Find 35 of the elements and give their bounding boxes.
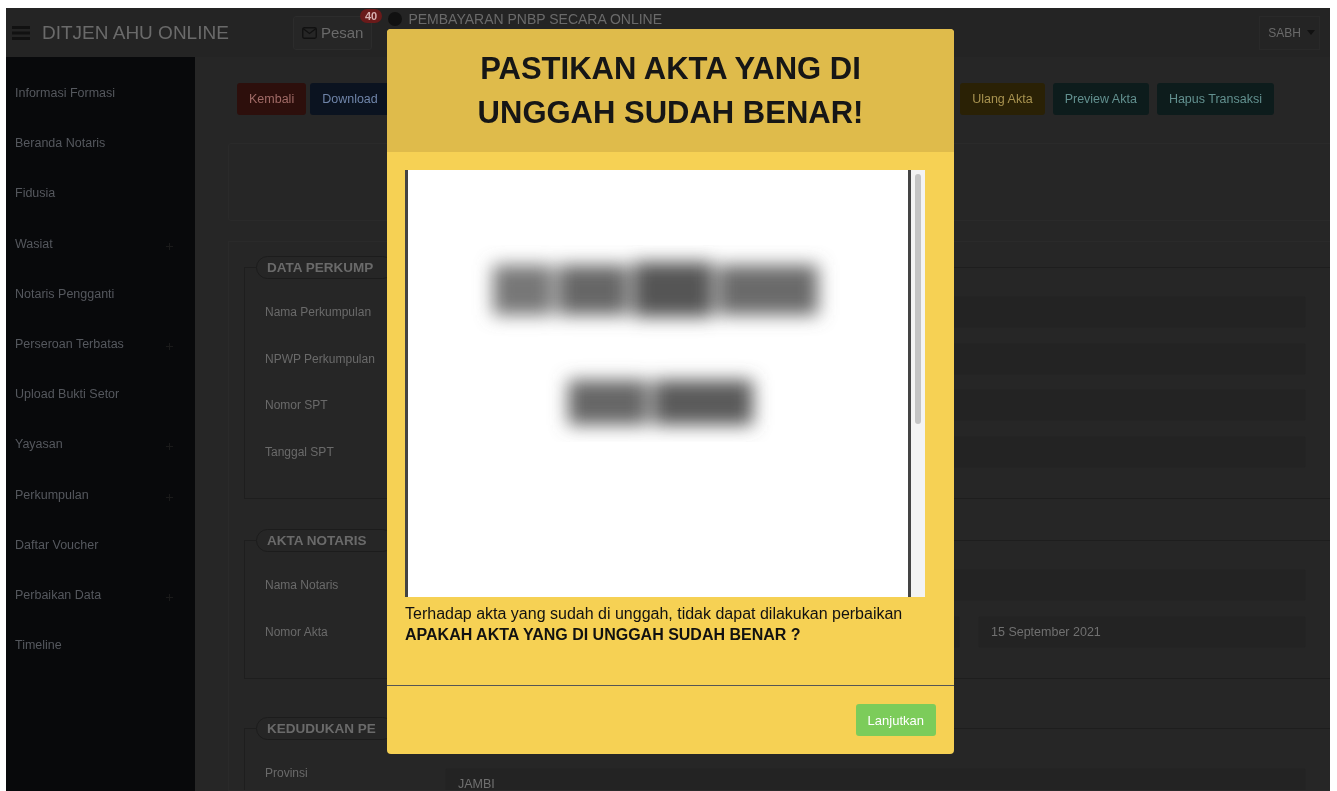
sidebar-item[interactable]: Informasi Formasi — [6, 82, 195, 133]
sidebar-item[interactable]: Wasiat — [6, 232, 195, 283]
sidebar-item[interactable]: Timeline — [6, 634, 195, 685]
payment-link[interactable]: PEMBAYARAN PNBP SECARA ONLINE — [388, 11, 663, 27]
input-field[interactable]: JAMBI — [445, 767, 1306, 790]
dialog-message: Terhadap akta yang sudah di unggah, tidak dapat dilakukan perbaikan — [405, 605, 904, 623]
field-label: Nama Notaris — [265, 578, 339, 593]
field-label: Nomor Akta — [265, 624, 328, 639]
action-button[interactable]: Preview Akta — [1052, 83, 1149, 115]
sidebar-item[interactable]: Upload Bukti Setor — [6, 383, 195, 434]
dialog-question: APAKAH AKTA YANG DI UNGGAH SUDAH BENAR ? — [405, 626, 802, 644]
app-title: DITJEN AHU ONLINE — [42, 21, 229, 44]
sidebar-item[interactable]: Fidusia — [6, 182, 195, 233]
action-button[interactable]: Download — [310, 83, 390, 115]
field-label: Nama Perkumpulan — [265, 305, 372, 319]
dialog-title: PASTIKAN AKTA YANG DI UNGGAH SUDAH BENAR! — [476, 49, 865, 132]
scrollbar[interactable] — [911, 170, 925, 597]
field-label: Provinsi — [265, 765, 308, 780]
action-button[interactable]: Ulang Akta — [960, 83, 1045, 115]
user-menu[interactable]: SABH — [1259, 15, 1320, 50]
continue-button[interactable]: Lanjutkan — [855, 704, 936, 736]
sidebar-item[interactable]: Daftar Voucher — [6, 533, 195, 584]
field-label: Tanggal SPT — [265, 445, 334, 460]
sidebar-item[interactable]: Notaris Pengganti — [6, 282, 195, 333]
sidebar-item[interactable]: Yayasan — [6, 433, 195, 484]
sidebar-item[interactable]: Perseroan Terbatas — [6, 332, 195, 384]
field-label: Nomor SPT — [265, 398, 328, 413]
sidebar-item[interactable]: Perkumpulan — [6, 483, 195, 534]
sidebar-item[interactable]: Beranda Notaris — [6, 132, 195, 183]
message-count: 40 — [360, 9, 383, 23]
action-button[interactable]: Hapus Transaksi — [1156, 83, 1274, 115]
sidebar-item[interactable]: Perbaikan Data — [6, 583, 195, 635]
date-field[interactable]: 15 September 2021 — [978, 615, 1306, 648]
field-label: NPWP Perkumpulan — [265, 351, 375, 366]
action-button[interactable]: Kembali — [237, 83, 307, 115]
